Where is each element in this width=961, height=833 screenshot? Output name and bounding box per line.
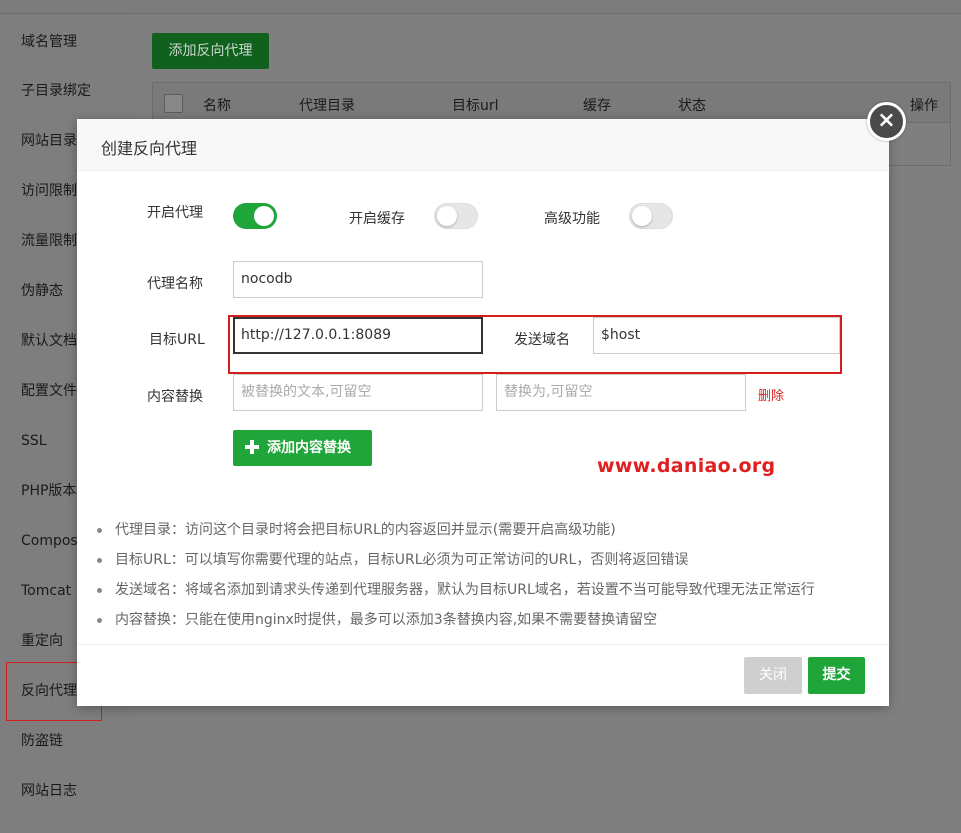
dialog-title: 创建反向代理 — [101, 139, 198, 158]
add-reverse-proxy-button[interactable]: 添加反向代理 — [152, 33, 269, 69]
submit-button[interactable]: 提交 — [808, 657, 865, 694]
table-header: 名称 代理目录 目标url 缓存 状态 操作 — [153, 83, 950, 123]
sidebar-item-site-log[interactable]: 网站日志 — [21, 781, 133, 801]
switch-knob — [254, 206, 274, 226]
select-all-checkbox[interactable] — [164, 94, 183, 113]
add-content-replace-label: 添加内容替换 — [267, 440, 351, 456]
add-content-replace-button[interactable]: 添加内容替换 — [233, 430, 372, 466]
enable-cache-label: 开启缓存 — [349, 211, 405, 227]
target-url-label: 目标URL — [149, 332, 205, 348]
column-header-target-url: 目标url — [452, 98, 499, 114]
advanced-label: 高级功能 — [544, 211, 600, 227]
send-domain-label: 发送域名 — [514, 332, 570, 348]
sidebar-item-domain[interactable]: 域名管理 — [21, 32, 133, 52]
switch-knob — [437, 206, 457, 226]
note-item: 发送域名：将域名添加到请求头传递到代理服务器，默认为目标URL域名，若设置不当可… — [95, 575, 885, 605]
proxy-name-label: 代理名称 — [147, 276, 203, 292]
watermark-text: www.daniao.org — [597, 455, 776, 477]
enable-cache-switch[interactable] — [434, 203, 478, 229]
close-button[interactable]: 关闭 — [744, 657, 802, 694]
help-notes: 代理目录：访问这个目录时将会把目标URL的内容返回并显示(需要开启高级功能) 目… — [95, 515, 885, 635]
target-url-input[interactable]: http://127.0.0.1:8089 — [233, 317, 483, 354]
replace-from-input[interactable]: 被替换的文本,可留空 — [233, 374, 483, 411]
note-item: 目标URL：可以填写你需要代理的站点，目标URL必须为可正常访问的URL，否则将… — [95, 545, 885, 575]
dialog-header: 创建反向代理 — [77, 119, 889, 171]
sidebar-item-hotlink[interactable]: 防盗链 — [21, 731, 133, 751]
replace-to-input[interactable]: 替换为,可留空 — [496, 374, 746, 411]
switch-knob — [632, 206, 652, 226]
delete-replace-link[interactable]: 删除 — [758, 385, 784, 404]
column-header-proxy-dir: 代理目录 — [299, 98, 355, 114]
close-icon[interactable]: × — [867, 102, 906, 141]
content-replace-label: 内容替换 — [147, 389, 203, 405]
enable-proxy-switch[interactable] — [233, 203, 277, 229]
column-header-cache: 缓存 — [583, 98, 611, 114]
column-header-status: 状态 — [678, 98, 706, 114]
advanced-switch[interactable] — [629, 203, 673, 229]
column-header-actions: 操作 — [910, 98, 938, 114]
create-reverse-proxy-dialog: 创建反向代理 开启代理 开启缓存 高级功能 代理名称 nocodb 目标URL … — [77, 119, 889, 706]
proxy-name-input[interactable]: nocodb — [233, 261, 483, 298]
enable-proxy-label: 开启代理 — [147, 205, 203, 221]
note-item: 内容替换：只能在使用nginx时提供，最多可以添加3条替换内容,如果不需要替换请… — [95, 605, 885, 635]
note-item: 代理目录：访问这个目录时将会把目标URL的内容返回并显示(需要开启高级功能) — [95, 515, 885, 545]
column-header-name: 名称 — [203, 98, 231, 114]
dialog-footer: 关闭 提交 — [77, 644, 889, 706]
send-domain-input[interactable]: $host — [593, 317, 840, 354]
top-bar — [0, 0, 961, 14]
plus-icon — [245, 440, 259, 454]
sidebar-item-subdir[interactable]: 子目录绑定 — [21, 81, 133, 101]
